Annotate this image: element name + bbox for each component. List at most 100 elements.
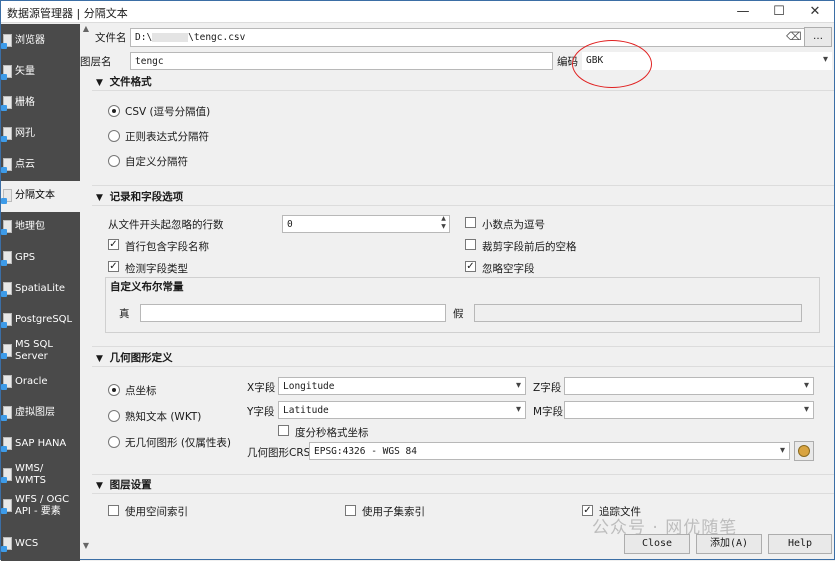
z-field-select[interactable] (564, 377, 814, 395)
x-field-label: X字段 (247, 382, 276, 394)
divider (92, 90, 834, 91)
sidebar-item-wcs[interactable]: WCS (1, 529, 80, 560)
spatial-index-checkbox[interactable] (108, 505, 119, 516)
subset-index-checkbox[interactable] (345, 505, 356, 516)
sap-hana-icon (1, 437, 12, 452)
collapse-icon: ▼ (96, 193, 103, 203)
radio-custom[interactable] (108, 155, 120, 167)
m-field-select[interactable] (564, 401, 814, 419)
sidebar-item-mesh[interactable]: 网孔 (1, 119, 80, 150)
sidebar-item-raster[interactable]: 栅格 (1, 88, 80, 119)
divider (92, 346, 834, 347)
close-button[interactable]: Close (624, 534, 690, 554)
sidebar-item-delimited-text[interactable]: 分隔文本 (1, 181, 80, 212)
dms-label: 度分秒格式坐标 (295, 427, 369, 439)
spatial-index-label: 使用空间索引 (125, 506, 188, 518)
vector-icon (1, 65, 12, 80)
radio-csv-label: CSV (逗号分隔值) (125, 106, 211, 118)
sidebar-item-postgresql[interactable]: PostgreSQL (1, 305, 80, 336)
radio-wkt-label: 熟知文本 (WKT) (125, 411, 202, 423)
mesh-icon (1, 127, 12, 142)
sidebar-item-gps[interactable]: GPS (1, 243, 80, 274)
sidebar-item-virtual-layer[interactable]: 虚拟图层 (1, 398, 80, 429)
detect-types-checkbox[interactable]: ✓ (108, 261, 119, 272)
sidebar-item-wms[interactable]: WMS/ WMTS (1, 460, 80, 491)
data-source-manager-window: 数据源管理器 | 分隔文本 — ☐ ✕ 浏览器 矢量 栅格 网孔 点云 分隔文本… (0, 0, 835, 561)
divider (92, 366, 834, 367)
sidebar-item-pointcloud[interactable]: 点云 (1, 150, 80, 181)
crs-select[interactable]: EPSG:4326 - WGS 84 (309, 442, 790, 460)
file-path-prefix: D:\ (135, 32, 153, 43)
m-field-label: M字段 (533, 406, 564, 418)
scroll-up-icon[interactable]: ▲ (80, 24, 92, 36)
x-field-select[interactable]: Longitude (278, 377, 526, 395)
add-button[interactable]: 添加(A) (696, 534, 762, 554)
divider (92, 185, 834, 186)
geometry-header[interactable]: ▼ 几何图形定义 (96, 350, 173, 366)
skip-lines-label: 从文件开头起忽略的行数 (108, 219, 224, 231)
close-window-button[interactable]: ✕ (795, 1, 835, 23)
sidebar-item-browser[interactable]: 浏览器 (1, 26, 80, 57)
radio-regex-label: 正则表达式分隔符 (125, 131, 209, 143)
discard-empty-checkbox[interactable]: ✓ (465, 261, 476, 272)
spatialite-icon (1, 282, 12, 297)
sidebar-item-oracle[interactable]: Oracle (1, 367, 80, 398)
file-format-title: 文件格式 (109, 76, 152, 88)
y-field-select[interactable]: Latitude (278, 401, 526, 419)
subset-index-label: 使用子集索引 (362, 506, 425, 518)
records-header[interactable]: ▼ 记录和字段选项 (96, 189, 183, 205)
divider (92, 493, 834, 494)
decimal-comma-label: 小数点为逗号 (482, 219, 545, 231)
sidebar-item-mssql[interactable]: MS SQL Server (1, 336, 80, 367)
trim-fields-checkbox[interactable] (465, 239, 476, 250)
sidebar-item-spatialite[interactable]: SpatiaLite (1, 274, 80, 305)
radio-csv[interactable] (108, 105, 120, 117)
crs-picker-button[interactable] (794, 441, 814, 461)
browser-icon (1, 34, 12, 49)
clear-icon[interactable]: ⌫ (786, 30, 802, 43)
layer-settings-header[interactable]: ▼ 图层设置 (96, 477, 152, 493)
collapse-icon: ▼ (96, 354, 103, 364)
sidebar-item-vector[interactable]: 矢量 (1, 57, 80, 88)
true-label: 真 (119, 308, 130, 320)
postgresql-icon (1, 313, 12, 328)
first-record-names-label: 首行包含字段名称 (125, 241, 209, 253)
divider (92, 474, 834, 475)
radio-custom-label: 自定义分隔符 (125, 156, 188, 168)
radio-no-geometry[interactable] (108, 436, 120, 448)
sidebar-item-sap-hana[interactable]: SAP HANA (1, 429, 80, 460)
decimal-comma-checkbox[interactable] (465, 217, 476, 228)
z-field-label: Z字段 (533, 382, 562, 394)
file-format-header[interactable]: ▼ 文件格式 (96, 74, 152, 90)
sidebar-item-geopackage[interactable]: 地理包 (1, 212, 80, 243)
false-input[interactable] (474, 304, 802, 322)
delimited-text-icon (1, 189, 12, 204)
oracle-icon (1, 375, 12, 390)
radio-wkt[interactable] (108, 410, 120, 422)
false-label: 假 (453, 308, 464, 320)
sidebar-item-wfs[interactable]: WFS / OGC API - 要素 (1, 491, 80, 522)
radio-regex[interactable] (108, 130, 120, 142)
layer-name-label: 图层名 (80, 56, 112, 68)
wcs-icon (1, 537, 12, 552)
scroll-down-icon[interactable]: ▼ (80, 541, 92, 553)
pointcloud-icon (1, 158, 12, 173)
minimize-button[interactable]: — (723, 1, 763, 23)
layer-settings-title: 图层设置 (109, 479, 152, 491)
first-record-names-checkbox[interactable]: ✓ (108, 239, 119, 250)
skip-lines-spinbox[interactable]: 0 (282, 215, 450, 233)
file-path-suffix: \tengc.csv (188, 32, 246, 43)
geopackage-icon (1, 220, 12, 235)
spin-arrows-icon[interactable]: ▲ ▼ (438, 215, 449, 233)
dms-checkbox[interactable] (278, 425, 289, 436)
true-input[interactable] (140, 304, 446, 322)
file-path-input[interactable]: D:\ \tengc.csv (130, 28, 832, 47)
main-panel: 文件名 D:\\tengc.csv ⌫ … 图层名 tengc 编码 GBK ▼… (80, 24, 834, 561)
redacted-path (152, 33, 189, 42)
wms-icon (1, 468, 12, 483)
radio-point-coordinates[interactable] (108, 384, 120, 396)
browse-button[interactable]: … (804, 27, 832, 47)
layer-name-input[interactable]: tengc (130, 52, 553, 70)
help-button[interactable]: Help (768, 534, 832, 554)
maximize-button[interactable]: ☐ (759, 1, 799, 23)
